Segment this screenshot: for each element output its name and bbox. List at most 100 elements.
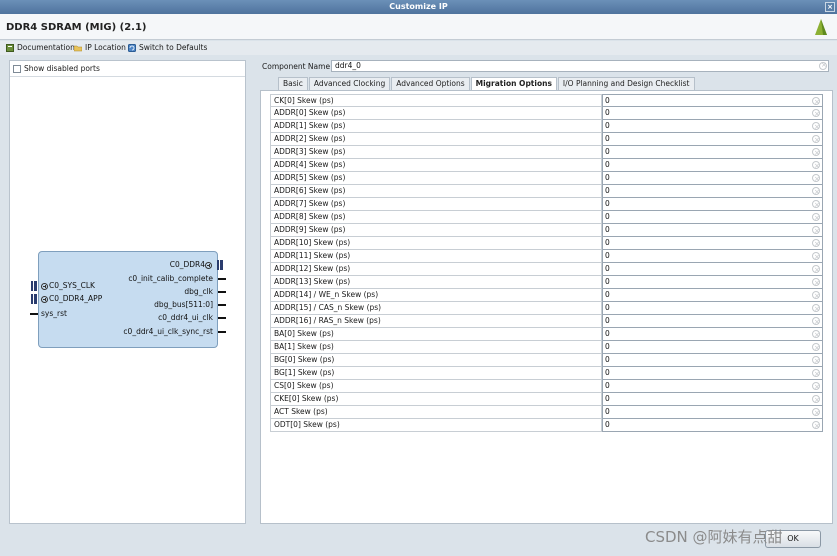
skew-value-text: 0	[605, 212, 610, 221]
skew-value-input[interactable]: 0	[602, 393, 823, 406]
skew-value-input[interactable]: 0	[602, 341, 823, 354]
skew-value-text: 0	[605, 225, 610, 234]
tab-bar: Basic Advanced Clocking Advanced Options…	[278, 77, 696, 90]
skew-label: ODT[0] Skew (ps)	[270, 419, 602, 432]
tab-advanced-clocking[interactable]: Advanced Clocking	[308, 77, 391, 90]
tab-advanced-options[interactable]: Advanced Options	[391, 77, 470, 90]
skew-label: ADDR[0] Skew (ps)	[270, 107, 602, 120]
skew-value-input[interactable]: 0	[602, 289, 823, 302]
skew-value-text: 0	[605, 394, 610, 403]
skew-value-input[interactable]: 0	[602, 276, 823, 289]
tab-basic[interactable]: Basic	[278, 77, 308, 90]
clear-icon[interactable]	[812, 173, 820, 185]
skew-value-text: 0	[605, 329, 610, 338]
pin	[218, 331, 226, 333]
documentation-button[interactable]: Documentation	[6, 43, 75, 53]
switch-defaults-button[interactable]: Switch to Defaults	[128, 43, 207, 53]
clear-icon[interactable]	[812, 316, 820, 328]
documentation-label: Documentation	[17, 43, 75, 52]
expand-icon[interactable]	[41, 282, 48, 290]
skew-value-text: 0	[605, 173, 610, 182]
clear-icon[interactable]	[812, 264, 820, 276]
clear-icon[interactable]	[812, 381, 820, 393]
clear-icon[interactable]	[819, 61, 827, 70]
clear-icon[interactable]	[812, 96, 820, 108]
table-row: ADDR[5] Skew (ps) 0	[270, 172, 823, 185]
expand-icon[interactable]	[41, 295, 48, 303]
skew-value-input[interactable]: 0	[602, 380, 823, 393]
tab-migration-options[interactable]: Migration Options	[470, 77, 557, 90]
component-name-input[interactable]: ddr4_0	[331, 60, 829, 72]
skew-value-input[interactable]: 0	[602, 406, 823, 419]
skew-value-input[interactable]: 0	[602, 211, 823, 224]
skew-value-input[interactable]: 0	[602, 263, 823, 276]
tab-io-planning[interactable]: I/O Planning and Design Checklist	[557, 77, 695, 90]
show-disabled-ports-checkbox[interactable]: Show disabled ports	[13, 64, 100, 73]
skew-value-input[interactable]: 0	[602, 120, 823, 133]
port-c0-ddr4-ui-clk-sync-rst: c0_ddr4_ui_clk_sync_rst	[123, 327, 213, 336]
skew-label: ADDR[2] Skew (ps)	[270, 133, 602, 146]
clear-icon[interactable]	[812, 238, 820, 250]
skew-value-text: 0	[605, 134, 610, 143]
clear-icon[interactable]	[812, 277, 820, 289]
clear-icon[interactable]	[812, 368, 820, 380]
book-icon	[6, 44, 14, 52]
table-row: ADDR[10] Skew (ps) 0	[270, 237, 823, 250]
table-row: CKE[0] Skew (ps) 0	[270, 393, 823, 406]
close-icon[interactable]: ×	[825, 2, 835, 12]
clear-icon[interactable]	[812, 121, 820, 133]
clear-icon[interactable]	[812, 147, 820, 159]
skew-value-text: 0	[605, 277, 610, 286]
skew-value-input[interactable]: 0	[602, 159, 823, 172]
port-c0-ddr4-app: C0_DDR4_APP	[41, 294, 102, 303]
skew-value-input[interactable]: 0	[602, 185, 823, 198]
component-name-label: Component Name	[262, 62, 331, 71]
clear-icon[interactable]	[812, 212, 820, 224]
vivado-logo-icon	[815, 19, 827, 35]
clear-icon[interactable]	[812, 355, 820, 367]
clear-icon[interactable]	[812, 342, 820, 354]
clear-icon[interactable]	[812, 394, 820, 406]
clear-icon[interactable]	[812, 108, 820, 120]
c0-sys-clk-bus-icon	[31, 281, 37, 291]
clear-icon[interactable]	[812, 160, 820, 172]
skew-value-input[interactable]: 0	[602, 237, 823, 250]
skew-value-input[interactable]: 0	[602, 94, 823, 108]
skew-value-input[interactable]: 0	[602, 250, 823, 263]
skew-value-text: 0	[605, 160, 610, 169]
port-label: C0_DDR4_APP	[49, 294, 103, 303]
table-row: ADDR[1] Skew (ps) 0	[270, 120, 823, 133]
skew-value-input[interactable]: 0	[602, 328, 823, 341]
skew-label: BG[0] Skew (ps)	[270, 354, 602, 367]
clear-icon[interactable]	[812, 420, 820, 432]
checkbox-box[interactable]	[13, 64, 21, 73]
clear-icon[interactable]	[812, 199, 820, 211]
table-row: ADDR[8] Skew (ps) 0	[270, 211, 823, 224]
skew-value-input[interactable]: 0	[602, 198, 823, 211]
skew-value-input[interactable]: 0	[602, 367, 823, 380]
skew-label: ACT Skew (ps)	[270, 406, 602, 419]
clear-icon[interactable]	[812, 303, 820, 315]
clear-icon[interactable]	[812, 186, 820, 198]
sys-rst-pin	[30, 313, 38, 315]
expand-icon[interactable]	[205, 261, 212, 269]
clear-icon[interactable]	[812, 290, 820, 302]
skew-label: CKE[0] Skew (ps)	[270, 393, 602, 406]
clear-icon[interactable]	[812, 251, 820, 263]
skew-value-input[interactable]: 0	[602, 419, 823, 432]
clear-icon[interactable]	[812, 134, 820, 146]
skew-value-input[interactable]: 0	[602, 107, 823, 120]
clear-icon[interactable]	[812, 225, 820, 237]
skew-value-input[interactable]: 0	[602, 315, 823, 328]
clear-icon[interactable]	[812, 407, 820, 419]
port-label: C0_SYS_CLK	[49, 281, 95, 290]
skew-value-input[interactable]: 0	[602, 133, 823, 146]
skew-value-input[interactable]: 0	[602, 172, 823, 185]
skew-value-input[interactable]: 0	[602, 302, 823, 315]
skew-value-input[interactable]: 0	[602, 224, 823, 237]
block-diagram-panel: Show disabled ports C0_SYS_CLK C0_DDR4_A…	[9, 60, 246, 524]
skew-value-input[interactable]: 0	[602, 146, 823, 159]
skew-value-input[interactable]: 0	[602, 354, 823, 367]
clear-icon[interactable]	[812, 329, 820, 341]
ip-location-button[interactable]: IP Location	[74, 43, 126, 53]
